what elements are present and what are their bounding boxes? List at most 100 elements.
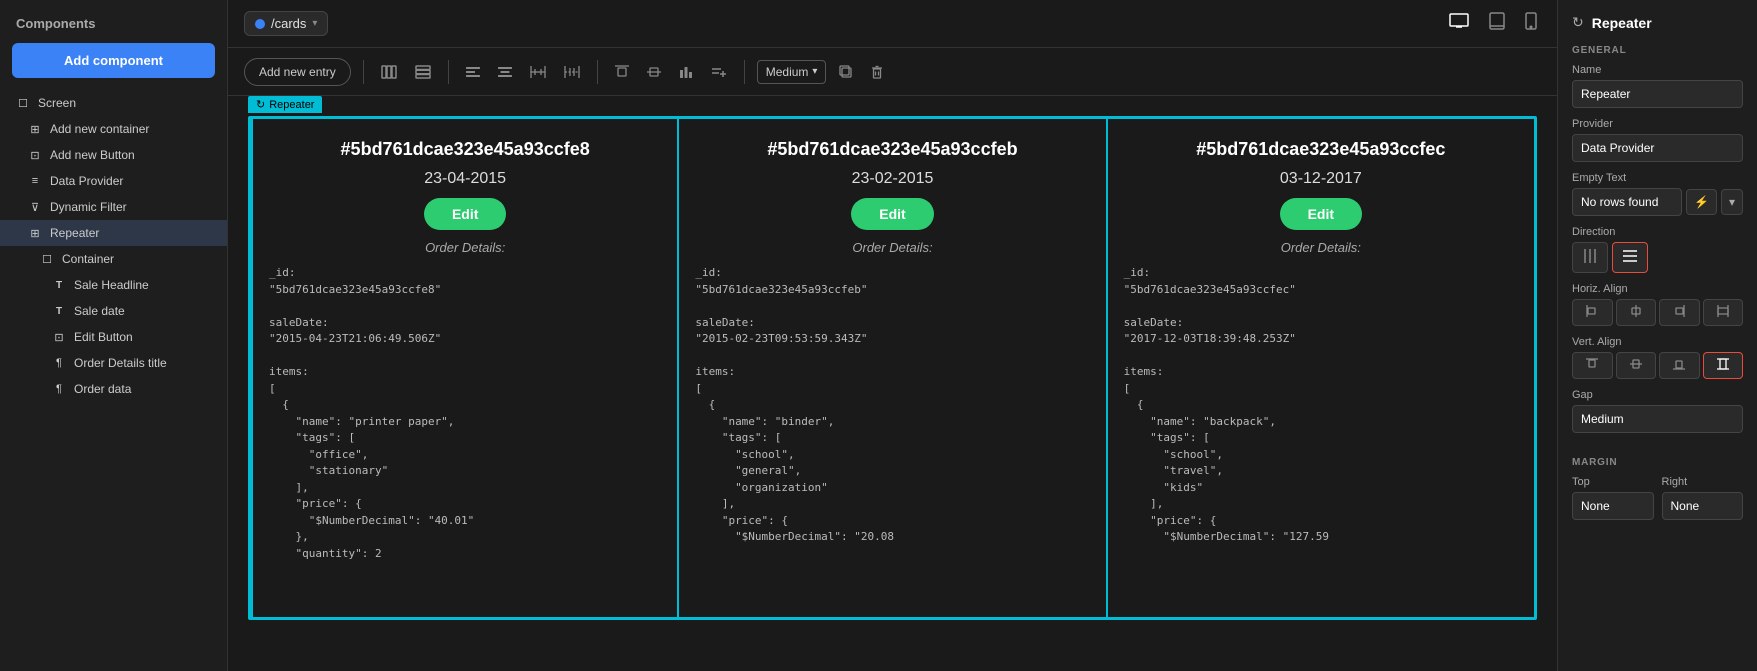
mobile-icon[interactable] — [1521, 8, 1541, 39]
sidebar-item-add-container[interactable]: ⊞ Add new container — [0, 116, 227, 142]
sidebar-item-repeater[interactable]: ⊞ Repeater — [0, 220, 227, 246]
margin-right-label: Right — [1662, 476, 1744, 488]
margin-row: Top None Right None — [1572, 476, 1743, 520]
toolbar-divider2 — [448, 60, 449, 84]
sidebar-item-label: Screen — [38, 96, 76, 110]
route-dot — [255, 19, 265, 29]
sidebar-item-add-button[interactable]: ⊡ Add new Button — [0, 142, 227, 168]
route-badge[interactable]: /cards ▾ — [244, 11, 328, 36]
vert-align-buttons — [1572, 352, 1743, 379]
horiz-align-label: Horiz. Align — [1572, 283, 1743, 295]
medium-dropdown[interactable]: Medium ▾ — [757, 60, 827, 84]
card-2-date: 23-02-2015 — [852, 170, 934, 188]
columns-layout-button[interactable] — [376, 61, 402, 83]
sidebar-item-label: Add new container — [50, 122, 149, 136]
valign-stretch-button[interactable] — [1703, 352, 1744, 379]
valign-middle-button[interactable] — [1616, 352, 1657, 379]
valign-bottom-button[interactable] — [1659, 352, 1700, 379]
sidebar-item-container[interactable]: ☐ Container — [0, 246, 227, 272]
card-1-edit-button[interactable]: Edit — [424, 198, 506, 230]
valign-middle-button[interactable] — [642, 61, 666, 83]
repeater-label: ↻ Repeater — [248, 96, 322, 113]
card-3-order-data: _id: "5bd761dcae323e45a93ccfec" saleDate… — [1124, 265, 1518, 546]
card-2-edit-button[interactable]: Edit — [851, 198, 933, 230]
direction-rows-button[interactable] — [1612, 242, 1648, 273]
halign-stretch-button[interactable] — [1703, 299, 1744, 326]
canvas: ↻ Repeater #5bd761dcae323e45a93ccfe8 23-… — [228, 96, 1557, 671]
direction-label: Direction — [1572, 226, 1743, 238]
provider-select[interactable]: Data Provider — [1572, 134, 1743, 162]
name-input[interactable] — [1572, 80, 1743, 108]
margin-top-select[interactable]: None — [1572, 492, 1654, 520]
margin-top-label: Top — [1572, 476, 1654, 488]
bar-chart-button[interactable] — [674, 61, 698, 83]
bolt-button[interactable]: ⚡ — [1686, 189, 1717, 215]
repeater-icon-label: ↻ — [256, 98, 265, 111]
add-field-button[interactable] — [706, 61, 732, 83]
repeater-text-label: Repeater — [269, 99, 314, 111]
halign-left-button[interactable] — [1572, 299, 1613, 326]
empty-text-dropdown-button[interactable]: ▾ — [1721, 189, 1743, 215]
add-entry-button[interactable]: Add new entry — [244, 58, 351, 86]
rows-layout-button[interactable] — [410, 61, 436, 83]
card-3-edit-button[interactable]: Edit — [1280, 198, 1362, 230]
general-section-label: GENERAL — [1572, 45, 1743, 56]
topbar-icons — [1445, 8, 1541, 39]
repeater-wrapper: ↻ Repeater #5bd761dcae323e45a93ccfe8 23-… — [248, 116, 1537, 620]
align-stretch-button[interactable] — [525, 61, 551, 83]
sidebar-item-screen[interactable]: ☐ Screen — [0, 90, 227, 116]
filter-icon: ⊽ — [28, 200, 42, 214]
align-center-button[interactable] — [493, 61, 517, 83]
sidebar-item-edit-button[interactable]: ⊡ Edit Button — [0, 324, 227, 350]
card-3-title: #5bd761dcae323e45a93ccfec — [1196, 139, 1445, 160]
paragraph-icon: ¶ — [52, 356, 66, 370]
container-icon: ☐ — [40, 252, 54, 266]
sidebar-item-label: Dynamic Filter — [50, 200, 127, 214]
screen-icon: ☐ — [16, 96, 30, 110]
chevron-down-icon: ▾ — [812, 66, 817, 77]
sidebar-item-sale-date[interactable]: T Sale date — [0, 298, 227, 324]
empty-text-row: No rows found ⚡ ▾ — [1572, 188, 1743, 216]
margin-section-label: MARGIN — [1572, 457, 1743, 468]
provider-label: Provider — [1572, 118, 1743, 130]
sidebar-item-order-details-title[interactable]: ¶ Order Details title — [0, 350, 227, 376]
distribute-button[interactable] — [559, 61, 585, 83]
margin-right-select[interactable]: None — [1662, 492, 1744, 520]
sidebar-item-order-data[interactable]: ¶ Order data — [0, 376, 227, 402]
sidebar-item-label: Repeater — [50, 226, 99, 240]
card-2-order-data: _id: "5bd761dcae323e45a93ccfeb" saleDate… — [695, 265, 1089, 546]
direction-columns-button[interactable] — [1572, 242, 1608, 273]
sidebar-item-label: Sale Headline — [74, 278, 149, 292]
chevron-down-icon: ▾ — [312, 18, 317, 29]
valign-top-button[interactable] — [1572, 352, 1613, 379]
align-left-button[interactable] — [461, 61, 485, 83]
gap-select[interactable]: Medium — [1572, 405, 1743, 433]
main-area: /cards ▾ Add new entry — [228, 0, 1557, 671]
repeater-panel-icon: ↻ — [1572, 14, 1584, 31]
card-3-date: 03-12-2017 — [1280, 170, 1362, 188]
toolbar-divider — [363, 60, 364, 84]
delete-button[interactable] — [866, 61, 888, 83]
card-2-order-title: Order Details: — [852, 240, 932, 255]
empty-text-select[interactable]: No rows found — [1572, 188, 1682, 216]
data-provider-icon: ≡ — [28, 174, 42, 188]
halign-right-button[interactable] — [1659, 299, 1700, 326]
halign-center-button[interactable] — [1616, 299, 1657, 326]
copy-button[interactable] — [834, 61, 858, 83]
valign-top-button[interactable] — [610, 61, 634, 83]
sidebar-item-dynamic-filter[interactable]: ⊽ Dynamic Filter — [0, 194, 227, 220]
direction-buttons — [1572, 242, 1743, 273]
toolbar: Add new entry — [228, 48, 1557, 96]
sidebar: Components Add component ☐ Screen ⊞ Add … — [0, 0, 228, 671]
button-icon: ⊡ — [28, 148, 42, 162]
add-component-button[interactable]: Add component — [12, 43, 215, 78]
card-2-title: #5bd761dcae323e45a93ccfeb — [767, 139, 1017, 160]
tablet-icon[interactable] — [1485, 8, 1509, 39]
sidebar-item-data-provider[interactable]: ≡ Data Provider — [0, 168, 227, 194]
desktop-icon[interactable] — [1445, 9, 1473, 38]
sidebar-item-label: Sale date — [74, 304, 125, 318]
name-label: Name — [1572, 64, 1743, 76]
right-panel: ↻ Repeater GENERAL Name Provider Data Pr… — [1557, 0, 1757, 671]
topbar: /cards ▾ — [228, 0, 1557, 48]
sidebar-item-sale-headline[interactable]: T Sale Headline — [0, 272, 227, 298]
